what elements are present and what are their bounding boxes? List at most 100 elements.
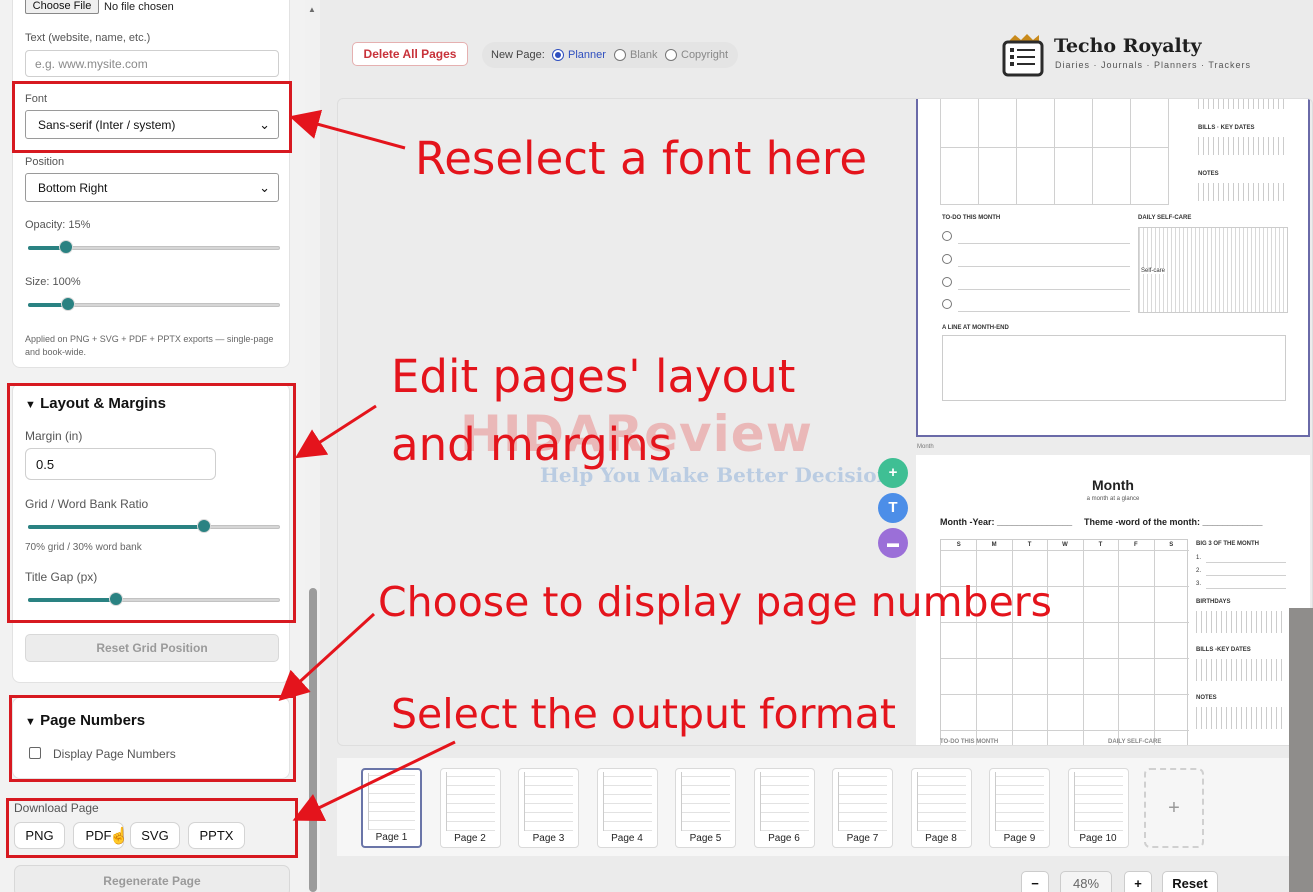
opacity-slider[interactable]: [28, 240, 280, 256]
thumbnail-preview: [838, 772, 887, 831]
thumbnail-preview: [368, 773, 415, 830]
annotation-output: Select the output format: [391, 690, 896, 738]
page-thumbnail[interactable]: Page 1: [361, 768, 422, 848]
annotation-box-layout: [7, 383, 296, 623]
page-thumbnail[interactable]: Page 7: [832, 768, 893, 848]
add-page-button[interactable]: +: [1144, 768, 1204, 848]
notes-label: NOTES: [1196, 695, 1217, 701]
calendar-grid: SMTWTFS: [940, 539, 1189, 745]
month-end-label: A LINE AT MONTH-END: [942, 325, 1009, 331]
thumbnail-label: Page 5: [689, 833, 722, 844]
page-thumbnail-strip: Page 1 Page 2 Page 3 Page 4 Page 5 Page 6 Page…: [337, 758, 1313, 856]
radio-blank-label[interactable]: Blank: [630, 49, 658, 61]
thumbnail-label: Page 9: [1003, 833, 1036, 844]
todo-label: TO-DO THIS MONTH: [942, 215, 1001, 221]
radio-planner[interactable]: [552, 49, 564, 61]
radio-planner-label[interactable]: Planner: [568, 49, 606, 61]
annotation-box-font: [12, 81, 292, 153]
zoom-out-button[interactable]: −: [1021, 871, 1049, 892]
notebook-logo-icon: [1002, 34, 1044, 77]
thumbnail-preview: [524, 772, 573, 831]
reset-grid-button[interactable]: Reset Grid Position: [25, 634, 279, 662]
todo-checkbox[interactable]: [942, 277, 952, 287]
sidebar-scrollbar[interactable]: ▲: [305, 0, 320, 892]
text-label: Text (website, name, etc.): [25, 32, 151, 44]
delete-all-pages-button[interactable]: Delete All Pages: [352, 42, 468, 66]
annotation-box-page-numbers: [9, 695, 296, 782]
page-thumbnail[interactable]: Page 6: [753, 768, 815, 848]
size-label: Size: 100%: [25, 276, 81, 288]
file-status: No file chosen: [104, 1, 174, 13]
scrollbar-thumb[interactable]: [309, 588, 317, 892]
big3-item: 1.: [1196, 555, 1202, 561]
brand-tagline: Diaries · Journals · Planners · Trackers: [1055, 60, 1252, 70]
choose-file-button[interactable]: Choose File: [25, 0, 99, 14]
page-thumbnail[interactable]: Page 9: [989, 768, 1050, 848]
thumbnail-label: Page 10: [1079, 833, 1117, 844]
month-end-box[interactable]: [942, 335, 1286, 401]
weekday-header: S: [956, 542, 961, 548]
page-2-subtitle: a month at a glance: [1086, 496, 1140, 502]
birthdays-label: BIRTHDAYS: [1196, 599, 1231, 605]
chevron-down-icon: ⌄: [259, 180, 270, 195]
applied-note: Applied on PNG + SVG + PDF + PPTX export…: [25, 334, 274, 357]
page-thumbnail[interactable]: Page 5: [675, 768, 736, 848]
todo-checkbox[interactable]: [942, 231, 952, 241]
weekday-header: W: [1062, 542, 1068, 548]
page-2-tag: Month: [917, 444, 934, 450]
bills-label: BILLS -KEY DATES: [1196, 647, 1251, 653]
thumbnail-preview: [681, 772, 730, 831]
big3-item: 3.: [1196, 581, 1202, 587]
frame-icon[interactable]: ▬: [878, 528, 908, 558]
new-page-label: New Page:: [491, 49, 545, 61]
scroll-up-icon[interactable]: ▲: [308, 5, 316, 14]
radio-copyright[interactable]: [665, 49, 677, 61]
page-thumbnail[interactable]: Page 3: [518, 768, 579, 848]
mini-grid: [1198, 183, 1286, 201]
thumbnail-label: Page 1: [375, 832, 408, 843]
watermark-text-input[interactable]: e.g. www.mysite.com: [25, 50, 279, 77]
page-thumbnail[interactable]: Page 8: [910, 768, 972, 848]
annotation-page-numbers: Choose to display page numbers: [378, 578, 1053, 626]
slider-thumb[interactable]: [58, 240, 73, 254]
mini-grid: [1198, 137, 1286, 155]
zoom-reset-button[interactable]: Reset: [1162, 871, 1218, 892]
page-thumbnail[interactable]: Page 10: [1067, 768, 1129, 848]
big3-item: 2.: [1196, 568, 1202, 574]
radio-blank[interactable]: [614, 49, 626, 61]
thumbnail-label: Page 4: [611, 833, 643, 844]
annotation-layout-1: Edit pages' layout: [391, 350, 796, 403]
plus-icon[interactable]: +: [878, 458, 908, 488]
slider-thumb[interactable]: [61, 297, 76, 311]
page-thumbnail[interactable]: Page 2: [439, 768, 501, 848]
page-2-title: Month: [1092, 477, 1134, 493]
thumbnail-label: Page 8: [925, 833, 957, 844]
regenerate-page-button[interactable]: Regenerate Page: [14, 865, 290, 892]
selfcare-tracker: Self-care: [1138, 227, 1288, 313]
thumbnail-label: Page 7: [846, 833, 879, 844]
thumbnail-preview: [995, 772, 1044, 831]
size-slider[interactable]: [28, 297, 280, 313]
todo-checkbox[interactable]: [942, 299, 952, 309]
page-thumbnail[interactable]: Page 4: [596, 768, 658, 848]
annotation-layout-2: and margins: [391, 418, 673, 471]
position-label: Position: [25, 156, 65, 168]
thumbnail-label: Page 6: [768, 833, 800, 844]
annotation-font: Reselect a font here: [415, 132, 868, 185]
photo-overlay: [1289, 608, 1313, 892]
page-1-preview[interactable]: BILLS · KEY DATES NOTES TO-DO THIS MONTH…: [916, 99, 1310, 437]
zoom-in-button[interactable]: +: [1124, 871, 1152, 892]
thumbnail-preview: [602, 772, 652, 831]
radio-copyright-label[interactable]: Copyright: [681, 49, 728, 61]
selfcare-side-label: Self-care: [1141, 268, 1166, 274]
opacity-label: Opacity: 15%: [25, 219, 91, 231]
position-select[interactable]: Bottom Right ⌄: [25, 173, 279, 202]
text-icon[interactable]: T: [878, 493, 908, 523]
annotation-box-download: [6, 798, 298, 858]
mini-grid: [1196, 611, 1284, 633]
brand-name: Techo Royalty: [1054, 35, 1202, 57]
mini-grid: [1196, 707, 1284, 729]
big3-label: BIG 3 OF THE MONTH: [1196, 541, 1259, 547]
todo-checkbox[interactable]: [942, 254, 952, 264]
thumbnail-preview: [916, 772, 966, 831]
